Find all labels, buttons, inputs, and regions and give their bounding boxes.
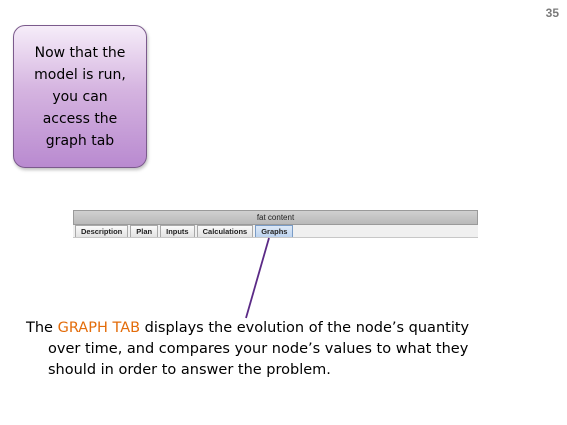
tab-graphs[interactable]: Graphs [255,225,294,237]
tab-bar: Description Plan Inputs Calculations Gra… [73,225,478,238]
explanation-line-1: The GRAPH TAB displays the evolution of … [26,318,546,339]
tab-description[interactable]: Description [75,225,129,237]
explanation-text: The GRAPH TAB displays the evolution of … [26,318,546,381]
window-title: fat content [256,213,295,222]
callout-box: Now that the model is run, you can acces… [13,25,147,168]
explanation-line-1-rest: displays the evolution of the node’s qua… [140,320,470,336]
explanation-line-3: should in order to answer the problem. [48,362,331,378]
explanation-line-2: over time, and compares your node’s valu… [48,341,469,357]
graph-tab-highlight: GRAPH TAB [57,320,141,336]
tab-inputs[interactable]: Inputs [160,225,195,237]
callout-text: Now that the model is run, you can acces… [34,44,126,149]
app-window-screenshot: fat content Description Plan Inputs Calc… [73,210,478,238]
tab-calculations[interactable]: Calculations [196,225,254,237]
tab-plan[interactable]: Plan [130,225,159,237]
slide: 35 Now that the model is run, you can ac… [0,0,567,425]
window-title-bar: fat content [73,210,478,225]
explanation-prefix: The [26,320,58,336]
page-number: 35 [545,6,559,20]
